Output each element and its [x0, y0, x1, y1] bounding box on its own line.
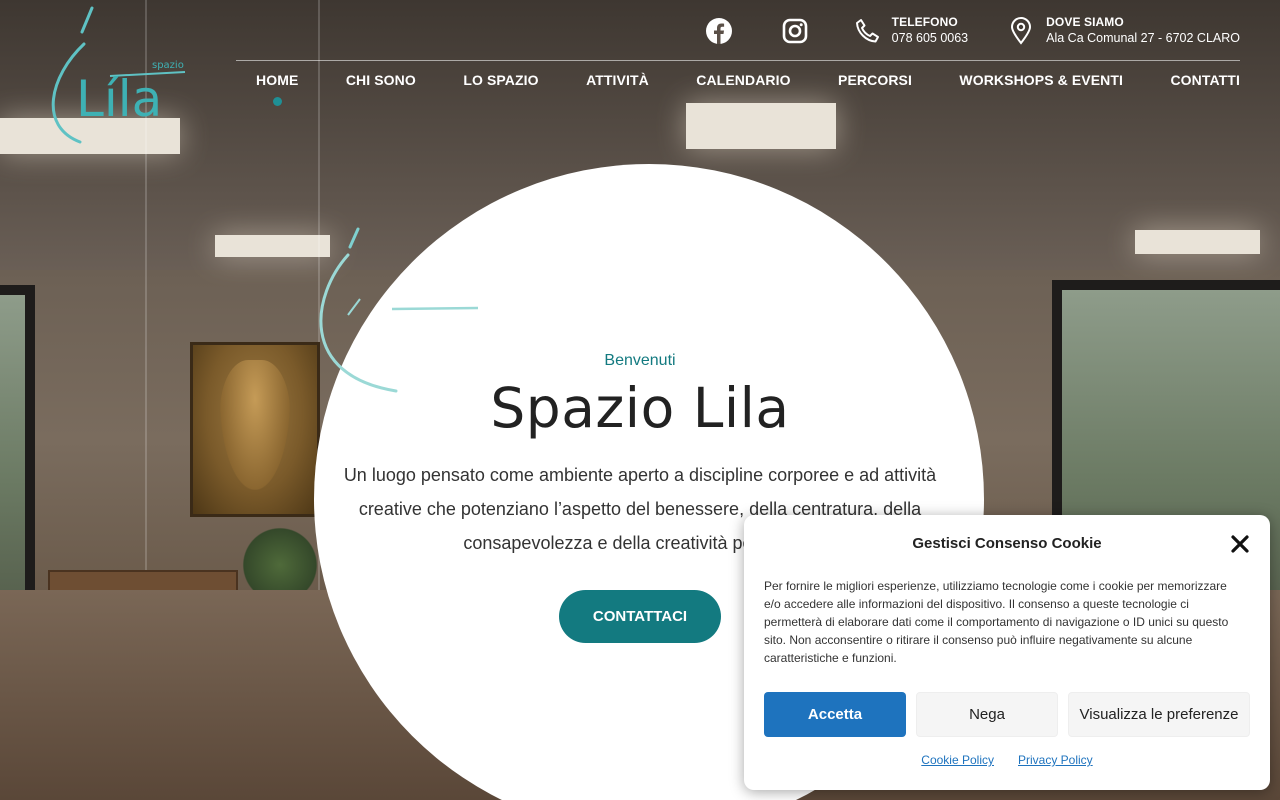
nav-workshops-eventi[interactable]: WORKSHOPS & EVENTI: [959, 72, 1123, 88]
nav-percorsi[interactable]: PERCORSI: [838, 72, 912, 88]
ceiling-light: [1135, 230, 1260, 254]
close-icon[interactable]: [1230, 534, 1250, 554]
site-logo[interactable]: Líla spazio: [40, 6, 190, 146]
logo-small-text: spazio: [152, 60, 184, 71]
window: [0, 285, 35, 615]
accept-cookies-button[interactable]: Accetta: [764, 692, 906, 737]
instagram-icon[interactable]: [782, 18, 808, 44]
location-contact[interactable]: DOVE SIAMO Ala Ca Comunal 27 - 6702 CLAR…: [1008, 15, 1240, 47]
privacy-policy-link[interactable]: Privacy Policy: [1018, 753, 1093, 767]
ceiling-light: [686, 103, 836, 149]
cookie-dialog-title: Gestisci Consenso Cookie: [912, 535, 1102, 552]
contact-us-button[interactable]: CONTATTACI: [559, 590, 721, 643]
phone-number: 078 605 0063: [891, 31, 969, 45]
buddha-figure: [220, 360, 290, 490]
cookie-policy-link[interactable]: Cookie Policy: [921, 753, 994, 767]
cookie-policy-links: Cookie Policy Privacy Policy: [744, 753, 1270, 767]
header-divider: [236, 60, 1240, 61]
logo-text: Líla: [76, 70, 162, 128]
cookie-dialog-text: Per fornire le migliori esperienze, util…: [764, 579, 1229, 665]
nav-contatti[interactable]: CONTATTI: [1170, 72, 1240, 88]
cookie-buttons: Accetta Nega Visualizza le preferenze: [764, 692, 1250, 737]
view-preferences-button[interactable]: Visualizza le preferenze: [1068, 692, 1250, 737]
deny-cookies-button[interactable]: Nega: [916, 692, 1058, 737]
top-contact-bar: TELEFONO 078 605 0063 DOVE SIAMO Ala Ca …: [705, 14, 1240, 48]
hero-kicker: Benvenuti: [604, 352, 676, 369]
cookie-consent-dialog: Gestisci Consenso Cookie Per fornire le …: [744, 515, 1270, 790]
phone-label: TELEFONO: [891, 15, 958, 29]
main-navigation: HOME CHI SONO LO SPAZIO ATTIVITÀ CALENDA…: [256, 72, 1240, 106]
nav-attivita[interactable]: ATTIVITÀ: [586, 72, 649, 88]
nav-chi-sono[interactable]: CHI SONO: [346, 72, 416, 88]
nav-lo-spazio[interactable]: LO SPAZIO: [463, 72, 538, 88]
nav-home[interactable]: HOME: [256, 72, 298, 106]
map-pin-icon: [1011, 17, 1032, 45]
phone-icon: [855, 19, 879, 43]
hero-title: Spazio Lila: [490, 376, 790, 440]
location-address: Ala Ca Comunal 27 - 6702 CLARO: [1046, 31, 1240, 45]
phone-contact[interactable]: TELEFONO 078 605 0063: [854, 15, 968, 47]
location-label: DOVE SIAMO: [1046, 15, 1124, 29]
facebook-icon[interactable]: [705, 18, 732, 44]
nav-calendario[interactable]: CALENDARIO: [696, 72, 790, 88]
